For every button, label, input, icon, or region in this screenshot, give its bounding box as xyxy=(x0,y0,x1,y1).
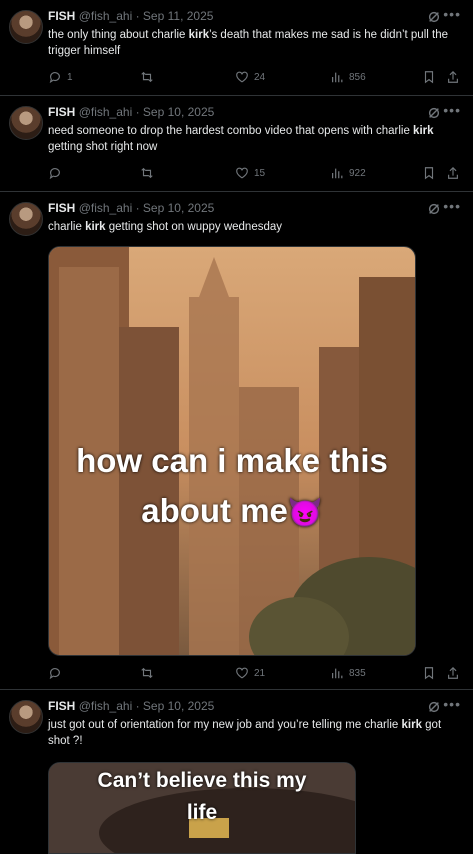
tweet-text: charlie kirk getting shot on wuppy wedne… xyxy=(48,221,282,233)
views-icon xyxy=(332,72,343,83)
views-button[interactable]: 922 xyxy=(330,166,366,180)
tweet-date[interactable]: Sep 10, 2025 xyxy=(143,201,214,215)
tweet[interactable]: FISH @fish_ahi · Sep 10, 2025 ••• charli… xyxy=(0,192,473,690)
views-count: 856 xyxy=(349,71,366,83)
devil-emoji-icon: 😈 xyxy=(287,497,323,528)
bookmark-button[interactable] xyxy=(422,70,436,84)
tweet[interactable]: FISH @fish_ahi · Sep 10, 2025 ••• just g… xyxy=(0,690,473,854)
like-count: 24 xyxy=(254,71,266,83)
heart-icon xyxy=(236,71,248,83)
meme-caption-line2: life xyxy=(186,801,218,824)
author-handle[interactable]: @fish_ahi xyxy=(79,105,133,119)
bookmark-icon xyxy=(424,667,434,680)
tweet-actions: 15 922 xyxy=(48,166,463,182)
bookmark-icon xyxy=(424,71,434,84)
share-icon xyxy=(448,70,458,83)
like-button[interactable]: 21 xyxy=(235,666,265,680)
like-count: 21 xyxy=(254,667,266,679)
retweet-icon xyxy=(141,167,153,179)
views-count: 835 xyxy=(349,667,366,679)
keyword-highlight: kirk xyxy=(188,29,210,41)
tweet-date[interactable]: Sep 10, 2025 xyxy=(143,699,214,713)
reply-button[interactable] xyxy=(48,166,67,180)
retweet-button[interactable] xyxy=(140,166,159,180)
like-button[interactable]: 15 xyxy=(235,166,265,180)
tweet-media-image[interactable]: how can i make this about me😈 xyxy=(48,246,416,656)
author-name[interactable]: FISH xyxy=(48,699,75,713)
heart-icon xyxy=(236,667,248,679)
tweet[interactable]: FISH @fish_ahi · Sep 11, 2025 ••• the on… xyxy=(0,0,473,96)
more-icon[interactable]: ••• xyxy=(443,6,461,22)
tweet-date[interactable]: Sep 11, 2025 xyxy=(143,9,214,23)
reply-button[interactable] xyxy=(48,666,67,680)
reply-icon xyxy=(49,168,60,180)
avatar[interactable] xyxy=(9,700,43,734)
avatar[interactable] xyxy=(9,202,43,236)
tweet[interactable]: FISH @fish_ahi · Sep 10, 2025 ••• need s… xyxy=(0,96,473,192)
grok-icon[interactable] xyxy=(427,700,441,714)
grok-icon[interactable] xyxy=(427,106,441,120)
retweet-button[interactable] xyxy=(140,666,159,680)
views-icon xyxy=(332,168,343,179)
keyword-highlight: kirk xyxy=(413,125,434,137)
meme-caption-line1: how can i make this xyxy=(76,442,388,479)
tweet-text: need someone to drop the hardest combo v… xyxy=(48,125,434,153)
keyword-highlight: kirk xyxy=(85,221,106,233)
more-icon[interactable]: ••• xyxy=(443,198,461,214)
tweet-actions: 1 24 856 xyxy=(48,70,463,86)
grok-icon[interactable] xyxy=(427,10,441,24)
tweet-header: FISH @fish_ahi · Sep 10, 2025 xyxy=(48,105,215,119)
bookmark-button[interactable] xyxy=(422,666,436,680)
avatar[interactable] xyxy=(9,10,43,44)
grok-icon[interactable] xyxy=(427,202,441,216)
reply-button[interactable]: 1 xyxy=(48,70,73,84)
retweet-button[interactable] xyxy=(140,70,159,84)
bookmark-button[interactable] xyxy=(422,166,436,180)
reply-count: 1 xyxy=(67,71,73,83)
tweet-header: FISH @fish_ahi · Sep 11, 2025 xyxy=(48,9,214,23)
tweet-header: FISH @fish_ahi · Sep 10, 2025 xyxy=(48,201,215,215)
author-name[interactable]: FISH xyxy=(48,201,75,215)
bookmark-icon xyxy=(424,167,434,180)
keyword-highlight: kirk xyxy=(401,719,422,731)
like-button[interactable]: 24 xyxy=(235,70,265,84)
views-count: 922 xyxy=(349,167,366,179)
retweet-icon xyxy=(141,667,153,679)
author-name[interactable]: FISH xyxy=(48,9,75,23)
views-icon xyxy=(332,668,343,679)
retweet-icon xyxy=(141,71,153,83)
author-handle[interactable]: @fish_ahi xyxy=(79,201,133,215)
reply-icon xyxy=(49,668,60,680)
heart-icon xyxy=(236,167,248,179)
tweet-actions: 21 835 xyxy=(48,666,463,682)
share-icon xyxy=(448,166,458,179)
tweet-media-image[interactable]: Can’t believe this my life xyxy=(48,762,356,854)
meme-caption-line1: Can’t believe this my xyxy=(97,769,307,792)
views-button[interactable]: 835 xyxy=(330,666,366,680)
like-count: 15 xyxy=(254,167,266,179)
avatar[interactable] xyxy=(9,106,43,140)
tweet-text: the only thing about charlie kirk’s deat… xyxy=(48,29,448,57)
author-handle[interactable]: @fish_ahi xyxy=(79,9,133,23)
author-handle[interactable]: @fish_ahi xyxy=(79,699,133,713)
views-button[interactable]: 856 xyxy=(330,70,366,84)
author-name[interactable]: FISH xyxy=(48,105,75,119)
tweet-header: FISH @fish_ahi · Sep 10, 2025 xyxy=(48,699,215,713)
more-icon[interactable]: ••• xyxy=(443,102,461,118)
reply-icon xyxy=(49,72,60,84)
share-button[interactable] xyxy=(446,166,460,180)
meme-caption-line2: about me😈 xyxy=(141,492,323,529)
share-icon xyxy=(448,666,458,679)
more-icon[interactable]: ••• xyxy=(443,696,461,712)
share-button[interactable] xyxy=(446,70,460,84)
share-button[interactable] xyxy=(446,666,460,680)
tweet-text: just got out of orientation for my new j… xyxy=(48,719,442,747)
tweet-date[interactable]: Sep 10, 2025 xyxy=(143,105,214,119)
